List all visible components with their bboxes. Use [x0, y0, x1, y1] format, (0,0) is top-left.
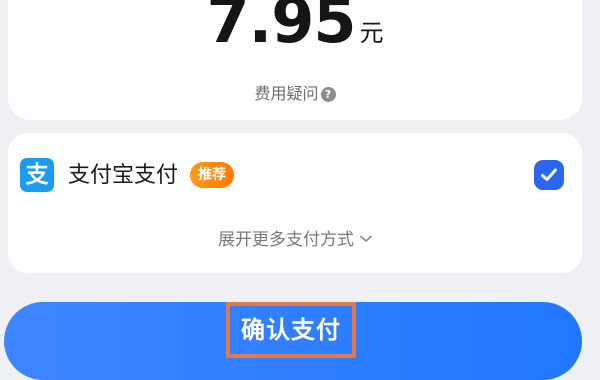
chevron-down-icon	[360, 235, 372, 242]
payment-method-name: 支付宝支付	[68, 163, 179, 188]
expand-more-payment-methods[interactable]: 展开更多支付方式	[8, 228, 582, 252]
amount-value: 7.95	[206, 0, 357, 57]
alipay-icon: 支	[20, 158, 54, 192]
confirm-payment-button[interactable]: 确认支付	[4, 302, 582, 380]
question-circle-icon: ?	[320, 87, 336, 102]
payment-option-alipay[interactable]: 支 支付宝支付 推荐	[8, 133, 582, 219]
amount-unit: 元	[359, 19, 384, 47]
amount-display: 7.95 元	[8, 0, 582, 52]
confirm-payment-label: 确认支付	[226, 302, 356, 358]
payment-method-card: 支 支付宝支付 推荐 展开更多支付方式	[8, 133, 582, 273]
recommend-badge: 推荐	[190, 162, 234, 188]
checkmark-icon	[541, 168, 557, 181]
expand-more-label: 展开更多支付方式	[218, 230, 354, 250]
fee-question-link[interactable]: 费用疑问?	[8, 80, 582, 104]
payment-selected-checkbox[interactable]	[534, 160, 564, 190]
fee-card: 7.95 元 费用疑问?	[8, 0, 582, 120]
fee-question-label: 费用疑问	[254, 84, 319, 103]
